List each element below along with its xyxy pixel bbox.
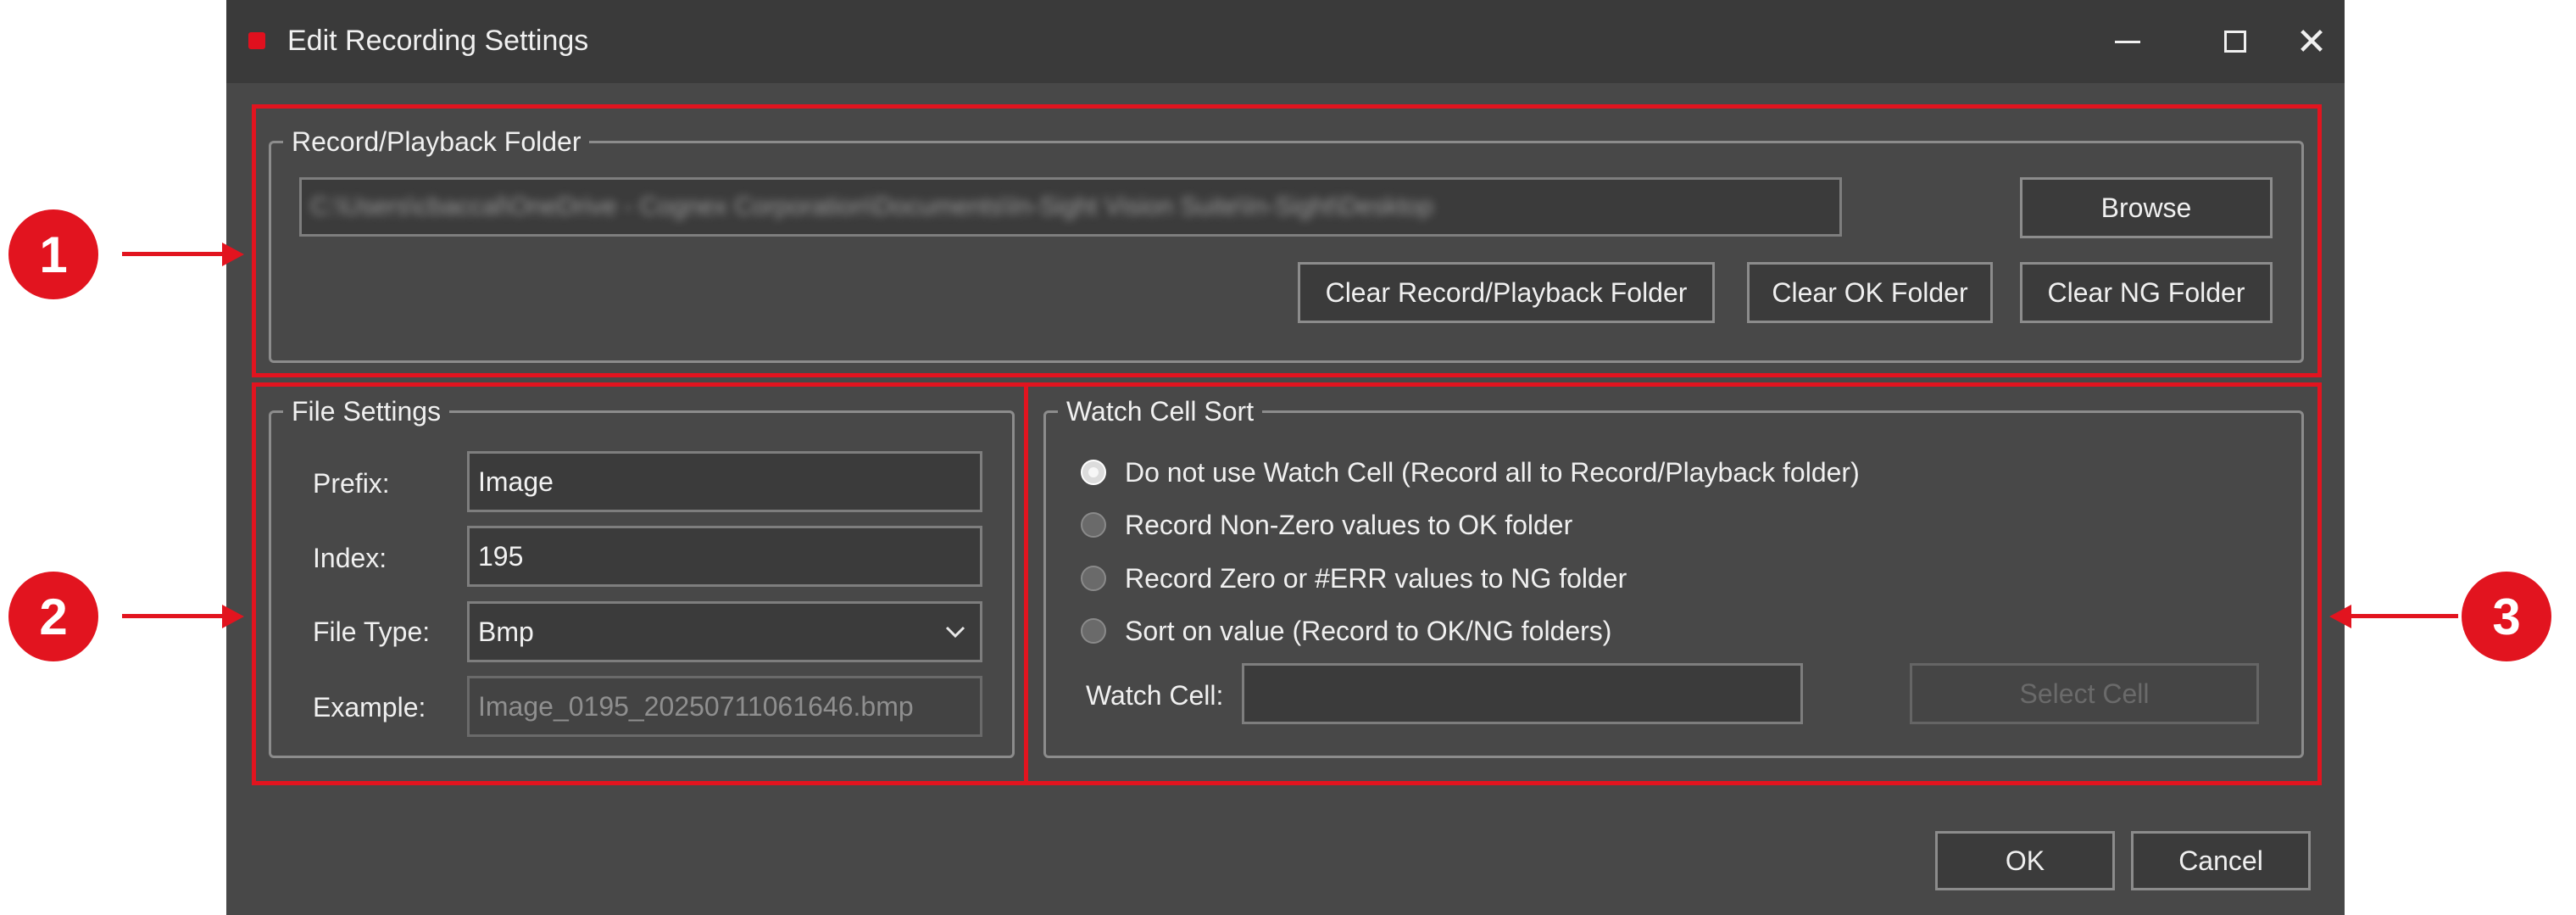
cancel-button[interactable]: Cancel bbox=[2131, 831, 2311, 890]
maximize-icon bbox=[2224, 31, 2246, 53]
window-title: Edit Recording Settings bbox=[287, 25, 589, 57]
callout-arrow-3-line bbox=[2348, 614, 2458, 618]
arrow-right-icon bbox=[222, 605, 244, 628]
title-bar[interactable]: Edit Recording Settings ✕ bbox=[226, 0, 2345, 83]
close-icon: ✕ bbox=[2295, 20, 2328, 63]
ok-button[interactable]: OK bbox=[1935, 831, 2115, 890]
minimize-icon bbox=[2115, 40, 2140, 43]
minimize-button[interactable] bbox=[2094, 15, 2162, 68]
callout-box-3 bbox=[1024, 382, 2322, 785]
callout-box-1 bbox=[252, 104, 2322, 377]
close-button[interactable]: ✕ bbox=[2278, 15, 2345, 68]
callout-badge-1: 1 bbox=[8, 209, 98, 299]
maximize-button[interactable] bbox=[2201, 15, 2269, 68]
callout-arrow-1-line bbox=[122, 252, 224, 256]
callout-badge-2: 2 bbox=[8, 572, 98, 661]
callout-arrow-2-line bbox=[122, 614, 224, 618]
arrow-right-icon bbox=[222, 243, 244, 266]
callout-box-2 bbox=[252, 382, 1028, 785]
app-icon bbox=[248, 32, 265, 49]
callout-badge-3: 3 bbox=[2462, 572, 2551, 661]
